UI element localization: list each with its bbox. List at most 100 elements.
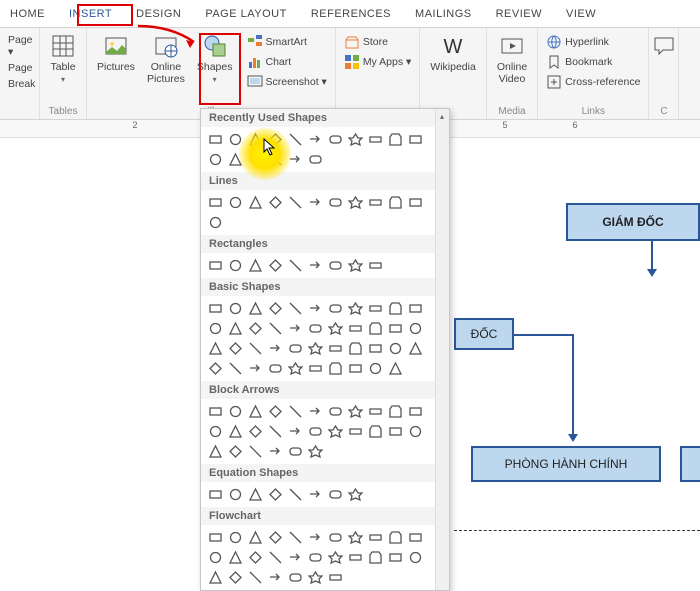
shape-option[interactable] <box>407 423 424 440</box>
shape-option[interactable] <box>227 443 244 460</box>
shape-option[interactable] <box>227 360 244 377</box>
cover-page-button[interactable]: Page ▾ <box>4 34 35 58</box>
shape-option[interactable] <box>207 423 224 440</box>
shape-option[interactable] <box>347 194 364 211</box>
shape-option[interactable] <box>287 549 304 566</box>
shape-option[interactable] <box>227 340 244 357</box>
shape-option[interactable] <box>327 360 344 377</box>
shape-option[interactable] <box>307 569 324 586</box>
tab-design[interactable]: DESIGN <box>132 2 185 26</box>
shape-option[interactable] <box>247 423 264 440</box>
shape-option[interactable] <box>327 131 344 148</box>
shape-option[interactable] <box>407 549 424 566</box>
shape-option[interactable] <box>387 423 404 440</box>
tab-page-layout[interactable]: PAGE LAYOUT <box>201 2 291 26</box>
tab-view[interactable]: VIEW <box>562 2 600 26</box>
shape-option[interactable] <box>247 549 264 566</box>
shape-option[interactable] <box>387 549 404 566</box>
shape-option[interactable] <box>227 486 244 503</box>
shape-option[interactable] <box>347 257 364 274</box>
shape-option[interactable] <box>287 320 304 337</box>
shape-option[interactable] <box>307 257 324 274</box>
tab-review[interactable]: REVIEW <box>492 2 546 26</box>
shape-option[interactable] <box>407 131 424 148</box>
shape-option[interactable] <box>287 194 304 211</box>
shape-option[interactable] <box>227 529 244 546</box>
org-box-right-crop[interactable] <box>680 446 700 482</box>
store-button[interactable]: Store <box>340 34 415 50</box>
shape-option[interactable] <box>227 300 244 317</box>
shape-option[interactable] <box>407 194 424 211</box>
shape-option[interactable] <box>307 300 324 317</box>
shape-option[interactable] <box>327 340 344 357</box>
org-box-mid[interactable]: ĐỐC <box>454 318 514 350</box>
shape-option[interactable] <box>307 340 324 357</box>
shape-option[interactable] <box>327 257 344 274</box>
shape-option[interactable] <box>267 423 284 440</box>
shape-option[interactable] <box>327 423 344 440</box>
shape-option[interactable] <box>367 423 384 440</box>
shape-option[interactable] <box>247 257 264 274</box>
shape-option[interactable] <box>227 569 244 586</box>
shape-option[interactable] <box>247 131 264 148</box>
shape-option[interactable] <box>207 340 224 357</box>
shape-option[interactable] <box>207 257 224 274</box>
shape-option[interactable] <box>287 569 304 586</box>
shape-option[interactable] <box>267 569 284 586</box>
shape-option[interactable] <box>307 194 324 211</box>
shape-option[interactable] <box>227 423 244 440</box>
bookmark-button[interactable]: Bookmark <box>542 54 644 70</box>
hyperlink-button[interactable]: Hyperlink <box>542 34 644 50</box>
shape-option[interactable] <box>347 403 364 420</box>
shape-option[interactable] <box>267 320 284 337</box>
shape-option[interactable] <box>207 360 224 377</box>
shape-option[interactable] <box>367 340 384 357</box>
shape-option[interactable] <box>267 529 284 546</box>
shape-option[interactable] <box>267 257 284 274</box>
shape-option[interactable] <box>227 320 244 337</box>
shape-option[interactable] <box>207 549 224 566</box>
blank-page-button[interactable]: Page <box>4 62 35 74</box>
shape-option[interactable] <box>327 486 344 503</box>
shape-option[interactable] <box>267 194 284 211</box>
shape-option[interactable] <box>207 131 224 148</box>
shape-option[interactable] <box>347 360 364 377</box>
shape-option[interactable] <box>367 320 384 337</box>
shape-option[interactable] <box>227 257 244 274</box>
shape-option[interactable] <box>387 300 404 317</box>
shape-option[interactable] <box>247 194 264 211</box>
shape-option[interactable] <box>227 151 244 168</box>
shape-option[interactable] <box>207 320 224 337</box>
tab-mailings[interactable]: MAILINGS <box>411 2 476 26</box>
shape-option[interactable] <box>267 340 284 357</box>
shape-option[interactable] <box>407 320 424 337</box>
shape-option[interactable] <box>287 443 304 460</box>
shape-option[interactable] <box>307 443 324 460</box>
scrollbar[interactable]: ▴ <box>435 109 449 590</box>
shape-option[interactable] <box>387 529 404 546</box>
shape-option[interactable] <box>287 131 304 148</box>
shape-option[interactable] <box>207 151 224 168</box>
shape-option[interactable] <box>207 403 224 420</box>
tab-references[interactable]: REFERENCES <box>307 2 395 26</box>
shape-option[interactable] <box>287 151 304 168</box>
shape-option[interactable] <box>347 320 364 337</box>
shape-option[interactable] <box>347 529 364 546</box>
shape-option[interactable] <box>387 360 404 377</box>
shape-option[interactable] <box>207 300 224 317</box>
table-button[interactable]: Table ▾ <box>44 31 82 86</box>
shape-option[interactable] <box>227 549 244 566</box>
shape-option[interactable] <box>247 340 264 357</box>
shape-option[interactable] <box>347 423 364 440</box>
shape-option[interactable] <box>207 443 224 460</box>
shape-option[interactable] <box>287 340 304 357</box>
pictures-button[interactable]: Pictures <box>91 31 141 90</box>
shape-option[interactable] <box>247 486 264 503</box>
page-break-button[interactable]: Break <box>4 78 35 90</box>
shape-option[interactable] <box>307 529 324 546</box>
shape-option[interactable] <box>307 151 324 168</box>
shape-option[interactable] <box>307 423 324 440</box>
shape-option[interactable] <box>347 300 364 317</box>
shape-option[interactable] <box>307 486 324 503</box>
shape-option[interactable] <box>307 403 324 420</box>
